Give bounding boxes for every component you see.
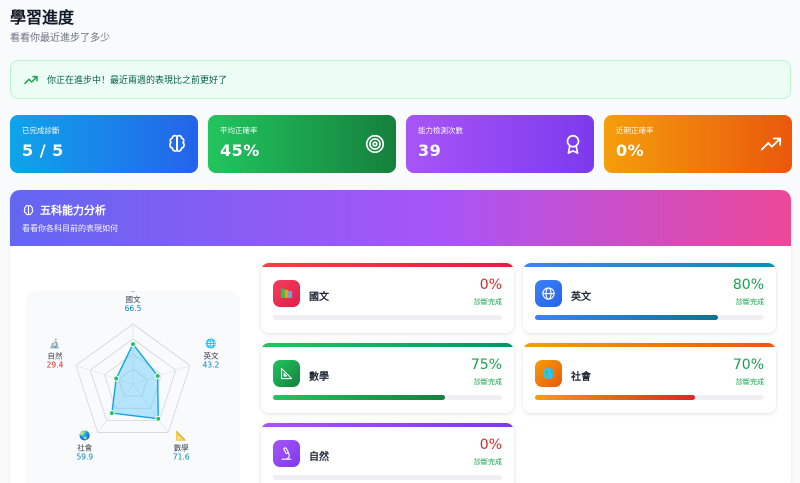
brain-icon bbox=[169, 134, 185, 152]
subject-name: 社會 bbox=[571, 372, 591, 383]
learning-progress-page: 學習進度 看看你最近進步了多少 你正在進步中！最近兩週的表現比之前更好了 已完成… bbox=[0, 0, 800, 483]
stat-card-recent-accuracy: 近期正確率 0% bbox=[604, 115, 792, 173]
progress-fill bbox=[535, 315, 719, 320]
stat-label: 近期正確率 bbox=[616, 126, 654, 135]
subject-status: 診斷完成 bbox=[474, 378, 502, 386]
radar-label: 數學 bbox=[174, 442, 189, 452]
subject-card-english[interactable]: 英文 80% 診斷完成 bbox=[523, 263, 776, 333]
subject-icon: 🔬 bbox=[49, 338, 60, 350]
stat-value: 39 bbox=[418, 141, 442, 160]
subject-card-chinese[interactable]: 國文 0% 診斷完成 bbox=[261, 263, 514, 333]
panel-subtitle: 看看你各科目前的表現如何 bbox=[22, 224, 118, 233]
radar-label: 自然 bbox=[48, 351, 63, 361]
subject-percent: 0% bbox=[479, 437, 502, 453]
stat-label: 平均正確率 bbox=[220, 126, 258, 135]
radar-value: 71.6 bbox=[173, 452, 190, 461]
trending-up-icon bbox=[760, 137, 782, 151]
progress-track bbox=[535, 395, 764, 400]
stat-value: 5 / 5 bbox=[22, 141, 64, 160]
stat-card-completed: 已完成診斷 5 / 5 bbox=[10, 115, 198, 173]
subject-status: 診斷完成 bbox=[474, 458, 502, 466]
radar-svg: 📚國文66.5 🌐英文43.2 📐數學71.6 🌏社會59.9 🔬自然29.4 bbox=[47, 291, 220, 461]
radar-value: 66.5 bbox=[125, 304, 142, 313]
subject-icon: 📐 bbox=[176, 429, 187, 441]
books-icon bbox=[273, 280, 300, 307]
subject-card-social[interactable]: 社會 70% 診斷完成 bbox=[523, 343, 776, 413]
subject-status: 診斷完成 bbox=[736, 378, 764, 386]
radar-point bbox=[108, 410, 115, 417]
microscope-icon bbox=[273, 440, 300, 467]
subject-icon: 🌐 bbox=[205, 338, 216, 350]
stat-value: 0% bbox=[616, 141, 645, 160]
subject-card-science[interactable]: 自然 0% 診斷完成 bbox=[261, 423, 514, 483]
subject-status: 診斷完成 bbox=[736, 298, 764, 306]
progress-track bbox=[273, 475, 502, 480]
subject-name: 國文 bbox=[309, 292, 329, 303]
stat-card-average-accuracy: 平均正確率 45% bbox=[208, 115, 396, 173]
stat-value: 45% bbox=[220, 141, 260, 160]
subject-status: 診斷完成 bbox=[474, 298, 502, 306]
progress-fill bbox=[535, 395, 696, 400]
radar-chart: 📚國文66.5 🌐英文43.2 📐數學71.6 🌏社會59.9 🔬自然29.4 bbox=[26, 291, 240, 483]
radar-point bbox=[154, 372, 161, 379]
stat-label: 能力檢測次數 bbox=[418, 126, 463, 135]
radar-area bbox=[111, 342, 159, 420]
trending-up-icon bbox=[24, 75, 38, 84]
ability-analysis-panel: 五科能力分析 看看你各科目前的表現如何 📚國文66.5🌐英文43.2📐數學71.… bbox=[10, 190, 791, 483]
subject-percent: 0% bbox=[479, 277, 502, 293]
subject-percent: 70% bbox=[732, 357, 764, 373]
target-icon bbox=[365, 134, 385, 154]
subject-name: 自然 bbox=[309, 452, 329, 463]
subject-name: 英文 bbox=[571, 292, 591, 303]
award-icon bbox=[566, 134, 580, 154]
subject-icon: 📚 bbox=[127, 291, 138, 293]
progress-track bbox=[273, 315, 502, 320]
radar-point bbox=[155, 415, 162, 422]
progress-track bbox=[273, 395, 502, 400]
radar-label: 英文 bbox=[203, 351, 218, 361]
radar-point bbox=[113, 375, 120, 382]
progress-track bbox=[535, 315, 764, 320]
radar-point bbox=[130, 341, 136, 348]
page-subtitle: 看看你最近進步了多少 bbox=[10, 33, 110, 44]
stat-card-test-count: 能力檢測次數 39 bbox=[406, 115, 594, 173]
panel-title: 五科能力分析 bbox=[40, 204, 106, 217]
earth-icon bbox=[535, 360, 562, 387]
subject-percent: 80% bbox=[732, 277, 764, 293]
subject-card-math[interactable]: 數學 75% 診斷完成 bbox=[261, 343, 514, 413]
globe-icon bbox=[535, 280, 562, 307]
panel-header: 五科能力分析 看看你各科目前的表現如何 bbox=[10, 190, 791, 246]
radar-value: 59.9 bbox=[76, 452, 93, 461]
subject-percent: 75% bbox=[470, 357, 502, 373]
radar-label: 國文 bbox=[126, 294, 141, 304]
progress-fill bbox=[273, 395, 445, 400]
banner-text: 你正在進步中！最近兩週的表現比之前更好了 bbox=[47, 76, 228, 86]
page-title: 學習進度 bbox=[10, 8, 75, 27]
brain-icon bbox=[23, 204, 34, 215]
radar-value: 29.4 bbox=[47, 361, 64, 370]
subject-name: 數學 bbox=[309, 372, 329, 383]
radar-label: 社會 bbox=[77, 442, 92, 452]
triangle-ruler-icon bbox=[273, 360, 300, 387]
progress-banner: 你正在進步中！最近兩週的表現比之前更好了 bbox=[10, 60, 791, 99]
subject-icon: 🌏 bbox=[79, 429, 90, 441]
stat-label: 已完成診斷 bbox=[22, 126, 60, 135]
radar-value: 43.2 bbox=[203, 361, 220, 370]
